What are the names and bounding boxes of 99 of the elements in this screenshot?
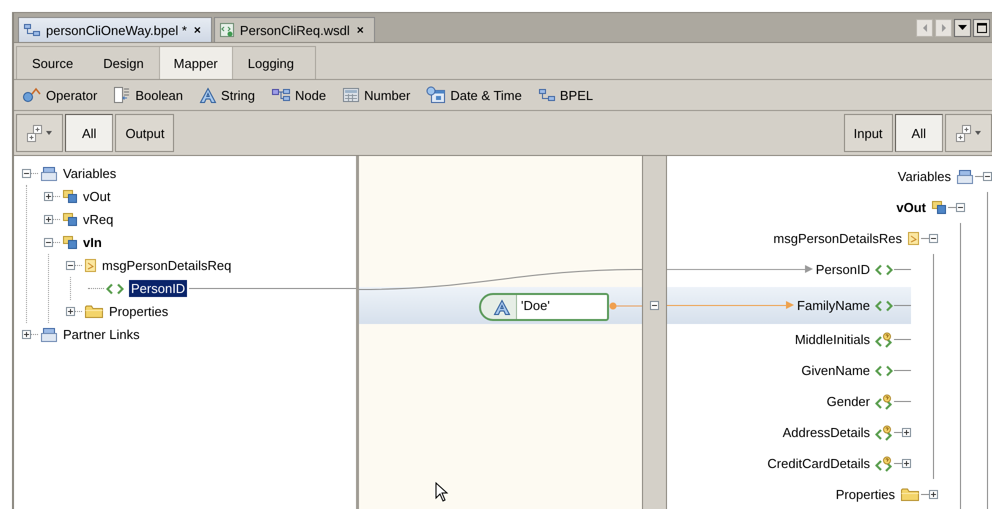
angle-brackets-icon bbox=[875, 456, 893, 472]
connection-line bbox=[610, 302, 642, 310]
list-icon bbox=[113, 86, 132, 104]
angle-brackets-icon bbox=[875, 424, 893, 440]
tree-item[interactable]: msgPersonDetailsReq bbox=[102, 258, 232, 273]
tree-item[interactable]: vReq bbox=[83, 212, 114, 227]
expand-icon[interactable] bbox=[22, 330, 31, 339]
left-arrow-icon bbox=[922, 24, 928, 32]
expand-icon[interactable] bbox=[929, 490, 938, 499]
caret-icon bbox=[975, 131, 981, 135]
collapse-icon[interactable] bbox=[22, 169, 31, 178]
palette-button[interactable]: String bbox=[197, 86, 257, 104]
tree-item[interactable]: Variables bbox=[63, 166, 116, 181]
editor-tab[interactable]: personCliOneWay.bpel * × bbox=[18, 17, 212, 42]
diagram-icon bbox=[23, 23, 41, 37]
tree-item[interactable]: Properties bbox=[836, 487, 895, 502]
caret-icon bbox=[958, 24, 967, 30]
close-button[interactable]: × bbox=[354, 23, 366, 37]
collapse-icon[interactable] bbox=[956, 203, 965, 212]
tree-item[interactable]: PersonID bbox=[129, 280, 188, 297]
expand-icon[interactable] bbox=[902, 459, 911, 468]
palette-button[interactable]: Operator bbox=[20, 87, 100, 103]
squares-icon bbox=[62, 235, 78, 250]
tree-item[interactable]: vIn bbox=[83, 235, 102, 250]
dropdown-button[interactable] bbox=[954, 18, 971, 36]
palette-button[interactable]: Node bbox=[269, 88, 328, 102]
tab-label: personCliOneWay.bpel * bbox=[46, 22, 187, 38]
value-field[interactable]: 'Doe' bbox=[516, 295, 607, 319]
palette-button[interactable]: Boolean bbox=[111, 86, 186, 104]
view-tab[interactable]: Source bbox=[17, 47, 88, 79]
squares-icon bbox=[62, 189, 78, 204]
tree-item[interactable]: GivenName bbox=[801, 363, 870, 378]
tree-item[interactable]: vOut bbox=[83, 189, 110, 204]
expand-icon[interactable] bbox=[902, 428, 911, 437]
right-arrow-icon bbox=[940, 24, 946, 32]
document-icon bbox=[84, 258, 97, 273]
close-button[interactable]: × bbox=[192, 23, 203, 37]
tree-item[interactable]: msgPersonDetailsRes bbox=[773, 231, 902, 246]
editor-tab[interactable]: PersonCliReq.wsdl × bbox=[214, 17, 375, 42]
folder-icon bbox=[900, 487, 920, 502]
collapse-icon[interactable] bbox=[929, 234, 938, 243]
tree-item[interactable]: Gender bbox=[826, 394, 870, 409]
layout-dropdown-button[interactable] bbox=[16, 114, 63, 152]
tree-item[interactable]: MiddleInitials bbox=[794, 332, 870, 347]
filter-button[interactable]: All bbox=[894, 114, 943, 152]
tree-item[interactable]: PersonID bbox=[816, 262, 870, 277]
tree-item[interactable]: Partner Links bbox=[63, 327, 140, 342]
maximize-button[interactable] bbox=[973, 18, 990, 36]
squares-icon bbox=[62, 212, 78, 227]
palette-button[interactable]: Number bbox=[340, 87, 412, 103]
tree-item[interactable]: FamilyName bbox=[797, 298, 870, 313]
caret-icon bbox=[46, 131, 52, 135]
view-tab[interactable]: Logging bbox=[232, 47, 310, 79]
text-icon bbox=[199, 86, 218, 104]
angle-brackets-icon bbox=[875, 332, 893, 348]
container-icon bbox=[40, 326, 58, 342]
filter-button[interactable]: Input bbox=[844, 114, 893, 152]
layout-dropdown-button[interactable] bbox=[945, 114, 992, 152]
diagram-icon bbox=[538, 88, 556, 102]
tab-label: PersonCliReq.wsdl bbox=[240, 22, 350, 38]
expand-icon[interactable] bbox=[66, 307, 75, 316]
view-tab[interactable]: Mapper bbox=[158, 47, 233, 79]
tree-item[interactable]: CreditCardDetails bbox=[767, 456, 870, 471]
container-icon bbox=[956, 168, 974, 184]
calendar-icon bbox=[426, 86, 446, 104]
folder-icon bbox=[84, 304, 104, 319]
document-icon bbox=[907, 231, 920, 246]
tree-item[interactable]: AddressDetails bbox=[782, 425, 870, 440]
tree-item[interactable]: vOut bbox=[896, 200, 926, 215]
expand-icon[interactable] bbox=[44, 192, 53, 201]
maximize-icon bbox=[976, 22, 986, 32]
container-icon bbox=[40, 166, 58, 182]
collapse-icon[interactable] bbox=[983, 172, 992, 181]
filter-button[interactable]: Output bbox=[115, 114, 174, 152]
angle-brackets-icon bbox=[875, 364, 893, 376]
tree-item[interactable]: Variables bbox=[898, 169, 951, 184]
collapse-icon[interactable] bbox=[44, 238, 53, 247]
shapes-icon bbox=[22, 87, 42, 103]
palette-button[interactable]: Date & Time bbox=[424, 86, 524, 104]
squares-icon bbox=[931, 200, 947, 215]
document-icon bbox=[218, 22, 235, 38]
angle-brackets-icon bbox=[875, 264, 893, 276]
angle-brackets-icon bbox=[875, 394, 893, 410]
tree-icon bbox=[271, 88, 291, 102]
angle-brackets-icon bbox=[106, 282, 124, 294]
calculator-icon bbox=[342, 87, 360, 103]
mouse-pointer-icon bbox=[436, 482, 448, 502]
tree-item[interactable]: Properties bbox=[109, 304, 168, 319]
view-tab[interactable]: Design bbox=[88, 47, 159, 79]
filter-button[interactable]: All bbox=[65, 114, 114, 152]
expand-boxes-icon bbox=[956, 124, 971, 142]
palette-button[interactable]: BPEL bbox=[536, 88, 596, 102]
angle-brackets-icon bbox=[875, 300, 893, 312]
text-icon bbox=[493, 298, 511, 316]
collapse-icon[interactable] bbox=[66, 261, 75, 270]
collapse-icon[interactable] bbox=[650, 301, 659, 310]
expand-boxes-icon bbox=[27, 124, 42, 142]
expand-icon[interactable] bbox=[44, 215, 53, 224]
string-node[interactable]: 'Doe' bbox=[479, 293, 609, 321]
